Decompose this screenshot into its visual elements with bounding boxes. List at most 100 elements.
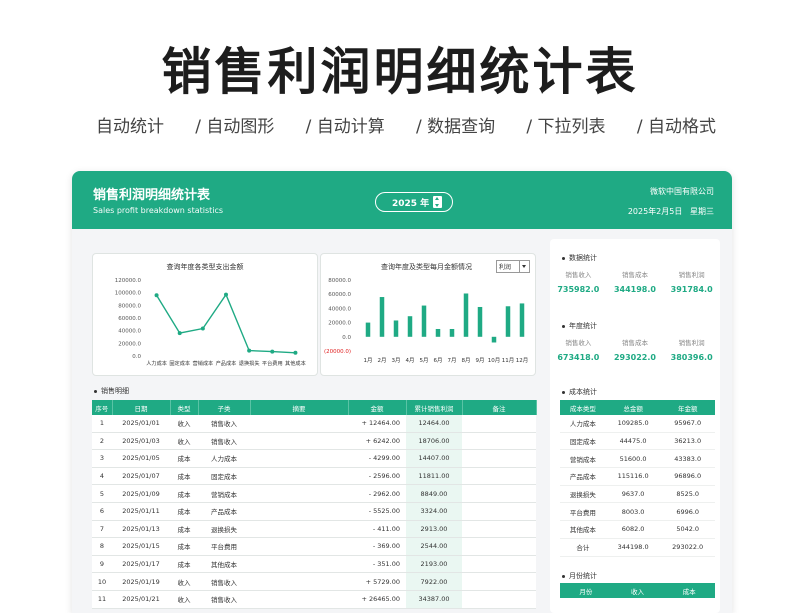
- table-row[interactable]: 6 2025/01/11 成本 产品成本 - 5525.00 3324.00: [92, 502, 536, 521]
- table-cell[interactable]: 12464.00: [406, 415, 462, 433]
- table-cell[interactable]: [462, 572, 536, 591]
- table-cell[interactable]: [462, 449, 536, 468]
- table-cell[interactable]: 成本: [170, 467, 198, 486]
- table-cell[interactable]: 收入: [170, 432, 198, 451]
- table-cell[interactable]: 7922.00: [406, 572, 462, 591]
- table-cell[interactable]: 2025/01/09: [112, 484, 170, 503]
- table-cell[interactable]: - 4299.00: [348, 449, 406, 468]
- table-cell[interactable]: 成本: [170, 484, 198, 503]
- table-cell[interactable]: [250, 590, 348, 609]
- table-cell[interactable]: 产品成本: [198, 502, 250, 521]
- table-cell[interactable]: [250, 537, 348, 556]
- table-cell[interactable]: [462, 432, 536, 451]
- column-header[interactable]: 类型: [170, 400, 199, 415]
- table-cell[interactable]: 4: [92, 467, 112, 486]
- table-cell[interactable]: 11: [92, 590, 112, 609]
- table-cell[interactable]: 收入: [170, 572, 198, 591]
- table-row[interactable]: 3 2025/01/05 成本 人力成本 - 4299.00 14407.00: [92, 449, 536, 468]
- table-cell[interactable]: 11811.00: [406, 467, 462, 486]
- table-cell[interactable]: [250, 555, 348, 574]
- table-row[interactable]: 1 2025/01/01 收入 销售收入 + 12464.00 12464.00: [92, 415, 536, 433]
- table-cell[interactable]: 2025/01/13: [112, 520, 170, 539]
- table-cell[interactable]: 2025/01/03: [112, 432, 170, 451]
- column-header[interactable]: 序号: [92, 400, 113, 415]
- table-cell[interactable]: 营销成本: [198, 484, 250, 503]
- table-row[interactable]: 9 2025/01/17 成本 其他成本 - 351.00 2193.00: [92, 555, 536, 574]
- column-header[interactable]: 日期: [112, 400, 171, 415]
- table-row[interactable]: 2 2025/01/03 收入 销售收入 + 6242.00 18706.00: [92, 432, 536, 451]
- year-stepper-icon[interactable]: [433, 196, 442, 208]
- table-cell[interactable]: 销售收入: [198, 415, 250, 433]
- table-cell[interactable]: [462, 502, 536, 521]
- table-cell[interactable]: - 5525.00: [348, 502, 406, 521]
- table-cell[interactable]: 销售收入: [198, 572, 250, 591]
- table-cell[interactable]: - 2596.00: [348, 467, 406, 486]
- table-cell[interactable]: 9: [92, 555, 112, 574]
- table-cell[interactable]: 成本: [170, 502, 198, 521]
- table-row[interactable]: 5 2025/01/09 成本 营销成本 - 2962.00 8849.00: [92, 484, 536, 503]
- column-header[interactable]: 金额: [348, 400, 407, 415]
- table-cell[interactable]: 2025/01/07: [112, 467, 170, 486]
- table-cell[interactable]: [250, 572, 348, 591]
- table-cell[interactable]: 销售收入: [198, 432, 250, 451]
- table-cell[interactable]: 2025/01/05: [112, 449, 170, 468]
- table-cell[interactable]: 10: [92, 572, 112, 591]
- table-cell[interactable]: 2025/01/11: [112, 502, 170, 521]
- table-cell[interactable]: [462, 537, 536, 556]
- table-cell[interactable]: [250, 520, 348, 539]
- table-cell[interactable]: - 369.00: [348, 537, 406, 556]
- table-cell[interactable]: 7: [92, 520, 112, 539]
- table-cell[interactable]: 成本: [170, 520, 198, 539]
- table-cell[interactable]: + 26465.00: [348, 590, 406, 609]
- table-cell[interactable]: [250, 467, 348, 486]
- table-cell[interactable]: 其他成本: [198, 555, 250, 574]
- table-cell[interactable]: 2025/01/19: [112, 572, 170, 591]
- table-cell[interactable]: [250, 432, 348, 451]
- table-cell[interactable]: [462, 520, 536, 539]
- table-cell[interactable]: - 351.00: [348, 555, 406, 574]
- table-cell[interactable]: 2193.00: [406, 555, 462, 574]
- year-selector[interactable]: 2025 年: [375, 192, 453, 212]
- table-cell[interactable]: 2913.00: [406, 520, 462, 539]
- table-cell[interactable]: [250, 449, 348, 468]
- table-cell[interactable]: [462, 467, 536, 486]
- table-cell[interactable]: + 6242.00: [348, 432, 406, 451]
- table-cell[interactable]: - 411.00: [348, 520, 406, 539]
- table-cell[interactable]: - 2962.00: [348, 484, 406, 503]
- table-row[interactable]: 4 2025/01/07 成本 固定成本 - 2596.00 11811.00: [92, 467, 536, 486]
- column-header[interactable]: 子类: [198, 400, 251, 415]
- table-cell[interactable]: 2544.00: [406, 537, 462, 556]
- table-cell[interactable]: 3: [92, 449, 112, 468]
- table-cell[interactable]: 5: [92, 484, 112, 503]
- table-cell[interactable]: 固定成本: [198, 467, 250, 486]
- table-cell[interactable]: 18706.00: [406, 432, 462, 451]
- table-cell[interactable]: 平台费用: [198, 537, 250, 556]
- table-cell[interactable]: [462, 590, 536, 609]
- table-cell[interactable]: 8849.00: [406, 484, 462, 503]
- table-cell[interactable]: 退换损失: [198, 520, 250, 539]
- table-row[interactable]: 7 2025/01/13 成本 退换损失 - 411.00 2913.00: [92, 520, 536, 539]
- table-cell[interactable]: 2: [92, 432, 112, 451]
- table-cell[interactable]: 1: [92, 415, 112, 433]
- table-cell[interactable]: 成本: [170, 555, 198, 574]
- table-cell[interactable]: + 12464.00: [348, 415, 406, 433]
- table-cell[interactable]: + 5729.00: [348, 572, 406, 591]
- table-cell[interactable]: 人力成本: [198, 449, 250, 468]
- table-cell[interactable]: 2025/01/17: [112, 555, 170, 574]
- table-cell[interactable]: 6: [92, 502, 112, 521]
- column-header[interactable]: 备注: [462, 400, 537, 415]
- table-cell[interactable]: 收入: [170, 415, 198, 433]
- table-cell[interactable]: 3324.00: [406, 502, 462, 521]
- table-cell[interactable]: [462, 484, 536, 503]
- table-cell[interactable]: 8: [92, 537, 112, 556]
- table-cell[interactable]: [462, 555, 536, 574]
- table-cell[interactable]: 14407.00: [406, 449, 462, 468]
- table-row[interactable]: 8 2025/01/15 成本 平台费用 - 369.00 2544.00: [92, 537, 536, 556]
- table-cell[interactable]: 34387.00: [406, 590, 462, 609]
- table-cell[interactable]: 成本: [170, 449, 198, 468]
- table-cell[interactable]: [462, 415, 536, 433]
- table-cell[interactable]: [250, 502, 348, 521]
- table-cell[interactable]: 2025/01/15: [112, 537, 170, 556]
- table-row[interactable]: 11 2025/01/21 收入 销售收入 + 26465.00 34387.00: [92, 590, 536, 609]
- column-header[interactable]: 累计销售利润: [406, 400, 463, 415]
